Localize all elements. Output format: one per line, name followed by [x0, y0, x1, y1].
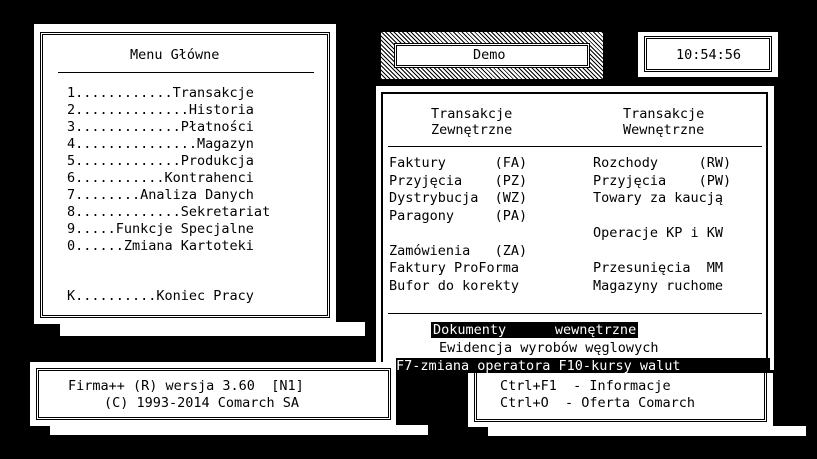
internal-transaction-item[interactable]: Operacje KP i KW: [593, 225, 723, 241]
menu-item[interactable]: 1............Transakcje: [67, 85, 254, 101]
main-menu-shadow: [60, 322, 365, 336]
external-transaction-item[interactable]: Zamówienia (ZA): [389, 243, 527, 259]
menu-item[interactable]: 2..............Historia: [67, 102, 254, 118]
copyright-text: (C) 1993-2014 Comarch SA: [104, 395, 300, 411]
menu-item-exit[interactable]: K..........Koniec Pracy: [67, 288, 254, 304]
external-transaction-item[interactable]: Faktury ProForma: [389, 260, 519, 276]
external-transaction-item[interactable]: Faktury (FA): [389, 155, 527, 171]
internal-transaction-item[interactable]: Towary za kaucją: [593, 190, 723, 206]
menu-item[interactable]: 6...........Kontrahenci: [67, 170, 254, 186]
header-internal-2: Wewnętrzne: [623, 122, 705, 138]
menu-item[interactable]: 8.............Sekretariat: [67, 204, 270, 220]
menu-documents-internal[interactable]: Dokumenty wewnętrzne: [431, 322, 639, 338]
menu-item[interactable]: 3.............Płatności: [67, 119, 254, 135]
version-text: Firma++ (R) wersja 3.60 [N1]: [68, 378, 304, 394]
header-internal-1: Transakcje: [623, 106, 705, 122]
external-transaction-item[interactable]: Paragony (PA): [389, 208, 527, 224]
menu-item[interactable]: 7........Analiza Danych: [67, 187, 254, 203]
external-transaction-item[interactable]: Bufor do korekty: [389, 278, 519, 294]
transactions-divider-bottom: [388, 313, 762, 314]
footer-left-shadow: [50, 425, 428, 435]
internal-transaction-item[interactable]: Przyjęcia (PW): [593, 173, 731, 189]
internal-transaction-item[interactable]: Magazyny ruchome: [593, 278, 723, 294]
main-menu-divider: [58, 72, 314, 73]
menu-item[interactable]: 4...............Magazyn: [67, 136, 254, 152]
menu-coal-records[interactable]: Ewidencja wyrobów węglowych: [439, 340, 658, 356]
main-menu-title: Menu Główne: [130, 47, 220, 63]
footer-right-shadow: [488, 426, 806, 436]
clock-time: 10:54:56: [676, 47, 742, 63]
help-offer: Ctrl+O - Oferta Comarch: [500, 395, 696, 411]
header-external-2: Zewnętrzne: [431, 122, 513, 138]
company-name: Demo: [473, 47, 506, 63]
menu-item[interactable]: 0......Zmiana Kartoteki: [67, 238, 254, 254]
transactions-divider-top: [388, 146, 762, 147]
footer-left-frame: [36, 368, 391, 420]
external-transaction-item[interactable]: Przyjęcia (PZ): [389, 173, 527, 189]
external-transaction-item[interactable]: Dystrybucja (WZ): [389, 190, 527, 206]
header-external-1: Transakcje: [431, 106, 513, 122]
menu-item[interactable]: 5.............Produkcja: [67, 153, 254, 169]
help-info: Ctrl+F1 - Informacje: [500, 378, 671, 394]
internal-transaction-item[interactable]: Przesunięcia MM: [593, 260, 723, 276]
internal-transaction-item[interactable]: Rozchody (RW): [593, 155, 731, 171]
menu-item[interactable]: 9.....Funkcje Specjalne: [67, 221, 254, 237]
